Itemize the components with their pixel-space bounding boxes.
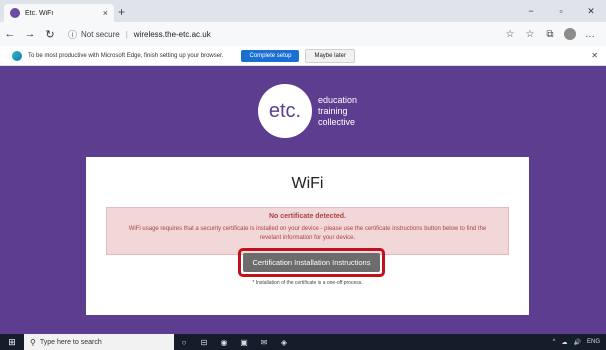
new-tab-button[interactable]: + — [118, 4, 125, 20]
edge-logo-icon — [12, 50, 22, 61]
address-bar: ← → ↻ ⓘ Not secure | wireless.the-etc.ac… — [0, 22, 606, 46]
edge-setup-infobar: To be most productive with Microsoft Edg… — [0, 46, 606, 66]
taskbar-search[interactable]: ⚲ Type here to search — [24, 334, 174, 350]
url-field[interactable]: ⓘ Not secure | wireless.the-etc.ac.uk — [68, 26, 211, 42]
complete-setup-button[interactable]: Complete setup — [241, 49, 300, 62]
footnote: * Installation of the certificate is a o… — [252, 280, 363, 286]
url-text[interactable]: wireless.the-etc.ac.uk — [134, 30, 211, 39]
site-favicon-icon — [10, 8, 20, 18]
store-icon[interactable]: ◈ — [274, 338, 294, 347]
etc-logo: etc. — [258, 84, 312, 138]
mail-icon[interactable]: ✉ — [254, 338, 274, 347]
forward-button[interactable]: → — [20, 28, 40, 40]
task-view-icon[interactable]: ⊟ — [194, 338, 214, 347]
browser-toolbar: ☆ ☆ ⧉ … — [500, 22, 600, 46]
edge-taskbar-icon[interactable]: ◉ — [214, 338, 234, 347]
infobar-close-icon[interactable]: ✕ — [591, 51, 598, 60]
security-label: Not secure — [81, 29, 120, 39]
maybe-later-button[interactable]: Maybe later — [305, 48, 355, 63]
tray-expand-icon[interactable]: ^ — [553, 339, 556, 345]
wifi-card: WiFi No certificate detected. WiFi usage… — [86, 157, 529, 315]
cortana-icon[interactable]: ○ — [174, 338, 194, 347]
windows-taskbar: ⊞ ⚲ Type here to search ○ ⊟ ◉ ▣ ✉ ◈ ^ ☁ … — [0, 334, 606, 350]
minimize-button[interactable]: − — [516, 0, 546, 22]
volume-icon[interactable]: 🔊 — [574, 339, 581, 346]
logo-line-2: training — [318, 106, 348, 116]
system-tray: ^ ☁ 🔊 ENG — [547, 334, 600, 350]
maximize-button[interactable]: ▫ — [546, 0, 576, 22]
menu-icon[interactable]: … — [580, 29, 600, 40]
infobar-text: To be most productive with Microsoft Edg… — [28, 52, 224, 59]
logo-wordmark: education training collective — [318, 95, 357, 128]
logo-line-1: education — [318, 95, 358, 105]
favorites-icon[interactable]: ☆ — [520, 29, 540, 40]
window-controls: − ▫ ✕ — [516, 0, 606, 22]
page-title: WiFi — [291, 175, 324, 192]
browser-titlebar: Etc. WiFi × + − ▫ ✕ — [0, 0, 606, 22]
url-separator: | — [125, 29, 128, 39]
refresh-button[interactable]: ↻ — [40, 28, 60, 41]
profile-avatar[interactable] — [564, 28, 576, 40]
alert-body: WiFi usage requires that a security cert… — [128, 226, 487, 241]
logo-mark: etc. — [268, 99, 302, 122]
browser-tab[interactable]: Etc. WiFi × — [4, 4, 114, 22]
tab-close-icon[interactable]: × — [103, 8, 108, 18]
alert-heading: No certificate detected. — [268, 213, 347, 220]
start-button[interactable]: ⊞ — [0, 337, 24, 348]
collections-icon[interactable]: ⧉ — [540, 29, 560, 40]
file-explorer-icon[interactable]: ▣ — [234, 338, 254, 347]
favorite-star-icon[interactable]: ☆ — [500, 29, 520, 40]
language-indicator[interactable]: ENG — [587, 339, 600, 345]
search-icon: ⚲ — [30, 337, 36, 347]
info-icon[interactable]: ⓘ — [68, 28, 77, 41]
search-placeholder: Type here to search — [39, 338, 102, 346]
certificate-instructions-button[interactable]: Certification Installation Instructions — [243, 253, 380, 272]
network-icon[interactable]: ☁ — [562, 339, 568, 346]
logo-line-3: collective — [318, 117, 356, 127]
close-window-button[interactable]: ✕ — [576, 0, 606, 22]
back-button[interactable]: ← — [0, 28, 20, 40]
tab-title: Etc. WiFi — [25, 9, 53, 17]
